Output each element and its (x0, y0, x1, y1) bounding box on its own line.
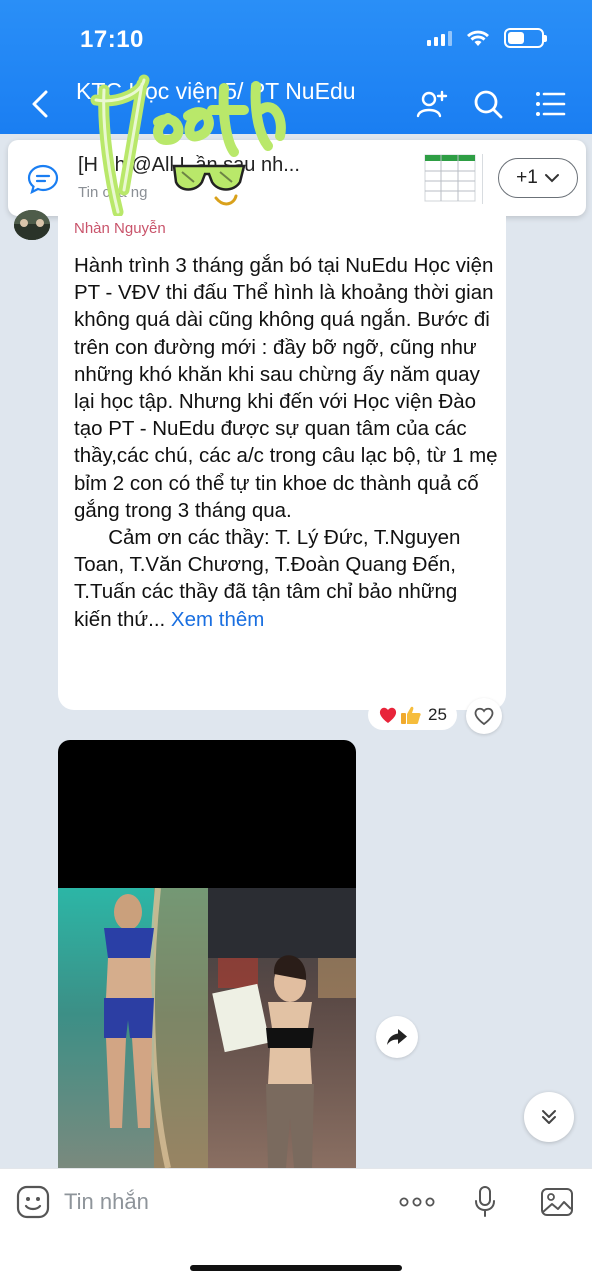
react-button[interactable] (466, 698, 502, 734)
pinned-more-label: +1 (516, 167, 538, 188)
image-icon (541, 1188, 573, 1216)
emoji-icon[interactable] (14, 1183, 52, 1221)
home-indicator (190, 1265, 402, 1271)
pinned-subtitle: Tin của ng (78, 184, 148, 201)
share-icon (387, 1029, 407, 1045)
pinned-more-button[interactable]: +1 (498, 158, 578, 198)
reaction-summary[interactable]: 25 (368, 700, 457, 730)
chat-bubble-icon (27, 164, 59, 195)
pinned-title: [H nh @All L ần sau nh... (78, 154, 300, 176)
sender-name[interactable]: Nhàn Nguyễn (74, 220, 166, 237)
chat-header: 17:10 KTC Học viện 5/ PT NuEdu (0, 0, 592, 134)
menu-icon[interactable] (532, 84, 568, 124)
pinned-message[interactable]: [H nh @All L ần sau nh... Tin của ng +1 (8, 140, 586, 216)
more-icon (399, 1197, 435, 1207)
signal-icon (427, 30, 452, 46)
status-time: 17:10 (80, 26, 144, 53)
reaction-count: 25 (428, 705, 447, 724)
message-input[interactable] (64, 1185, 364, 1219)
share-button[interactable] (376, 1016, 418, 1058)
more-button[interactable] (398, 1183, 436, 1221)
microphone-icon (475, 1186, 495, 1217)
chevron-down-icon (544, 174, 559, 183)
search-icon[interactable] (470, 84, 506, 124)
image-picker-button[interactable] (538, 1183, 576, 1221)
pinned-thumbnail (424, 154, 476, 202)
wifi-icon (467, 30, 489, 46)
status-icons (427, 28, 547, 48)
sender-avatar[interactable] (14, 210, 50, 240)
see-more-link[interactable]: Xem thêm (165, 608, 264, 631)
chat-title[interactable]: KTC Học viện 5/ PT NuEdu (76, 78, 356, 105)
photo-before (58, 887, 208, 1168)
heart-outline-icon (474, 707, 494, 726)
photo-after (208, 888, 356, 1168)
pinned-divider (482, 154, 483, 204)
message-text: Hành trình 3 tháng gắn bó tại NuEdu Học … (74, 252, 498, 633)
image-message[interactable] (58, 740, 356, 1168)
voice-button[interactable] (466, 1183, 504, 1221)
thumbs-up-icon (401, 706, 421, 724)
double-chevron-down-icon (542, 1110, 556, 1124)
battery-icon (504, 28, 547, 48)
back-icon[interactable] (24, 84, 60, 124)
composer (0, 1168, 592, 1280)
heart-icon (379, 707, 397, 723)
scroll-to-bottom-button[interactable] (524, 1092, 574, 1142)
message-bubble[interactable]: Nhàn Nguyễn Hành trình 3 tháng gắn bó tạ… (58, 216, 506, 710)
add-member-icon[interactable] (414, 84, 450, 124)
message-body: Hành trình 3 tháng gắn bó tại NuEdu Học … (74, 254, 498, 631)
